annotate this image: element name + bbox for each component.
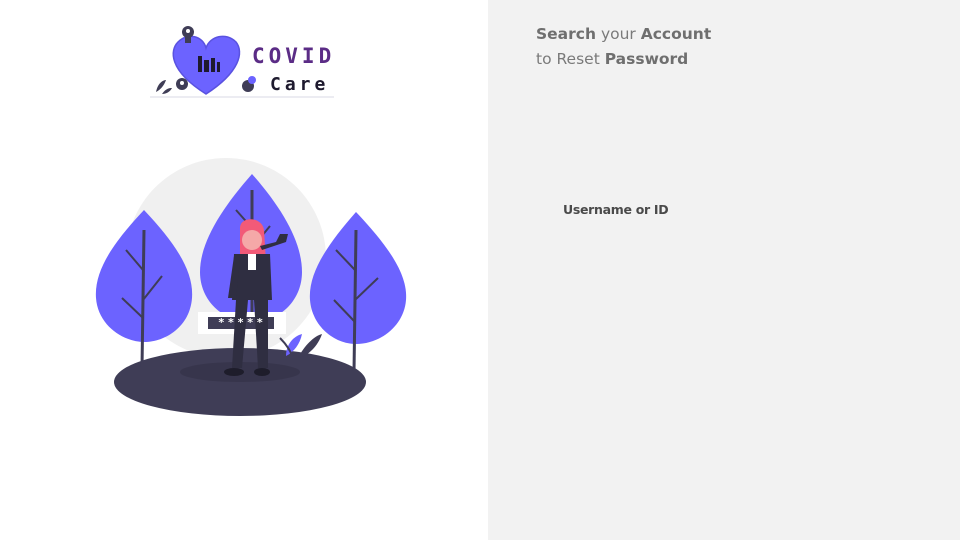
heading-line-2: to Reset Password <box>536 47 711 72</box>
password-mask-text: ***** <box>218 316 267 329</box>
heading-search-word: Search <box>536 25 597 43</box>
reset-heading: Search your Account to Reset Password <box>536 22 711 72</box>
username-label: Username or ID <box>563 202 669 217</box>
left-panel: COVID Care ***** <box>0 0 488 540</box>
reset-form-panel <box>488 0 960 540</box>
heading-password-word: Password <box>604 50 689 68</box>
heading-line-1: Search your Account <box>536 22 711 47</box>
logo-care-text: Care <box>270 74 330 95</box>
heading-your-word: your <box>596 25 641 43</box>
heading-to-reset-words: to Reset <box>536 50 605 68</box>
forgot-password-illustration: ***** <box>90 150 410 420</box>
heading-account-word: Account <box>640 25 712 43</box>
woman-password-trees-illustration <box>95 158 407 416</box>
covid-care-logo: COVID Care <box>148 20 353 102</box>
reset-password-page: COVID Care ***** Search your Account to … <box>0 0 960 540</box>
logo-covid-text: COVID <box>252 44 336 68</box>
